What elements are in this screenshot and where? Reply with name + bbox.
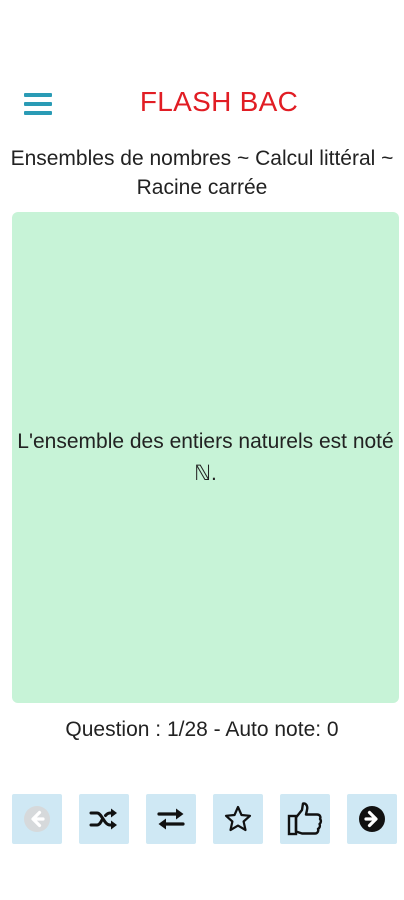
app-title: FLASH BAC (139, 86, 299, 117)
thumbs-up-button[interactable] (280, 794, 330, 844)
shuffle-button[interactable] (79, 794, 129, 844)
question-status: Question : 1/28 - Auto note: 0 (65, 718, 339, 741)
previous-button[interactable] (12, 794, 62, 844)
flash-card[interactable]: L'ensemble des entiers naturels est noté… (12, 212, 399, 703)
next-button[interactable] (347, 794, 397, 844)
shuffle-icon (89, 808, 117, 830)
flip-button[interactable] (146, 794, 196, 844)
app-header: FLASH BAC (0, 82, 404, 126)
favorite-button[interactable] (213, 794, 263, 844)
chapter-subtitle: Ensembles de nombres ~ Calcul littéral ~… (10, 147, 394, 199)
bottom-toolbar (12, 794, 397, 844)
arrow-right-circle-icon (359, 806, 385, 832)
arrow-left-circle-icon (24, 806, 50, 832)
star-icon (224, 805, 252, 832)
menu-icon-bar (24, 93, 52, 97)
menu-icon[interactable] (22, 90, 54, 118)
menu-icon-bar (24, 111, 52, 115)
menu-icon-bar (24, 102, 52, 106)
flash-card-text: L'ensemble des entiers naturels est noté… (17, 429, 394, 485)
repeat-icon (157, 808, 185, 830)
thumbs-up-icon (287, 802, 323, 836)
